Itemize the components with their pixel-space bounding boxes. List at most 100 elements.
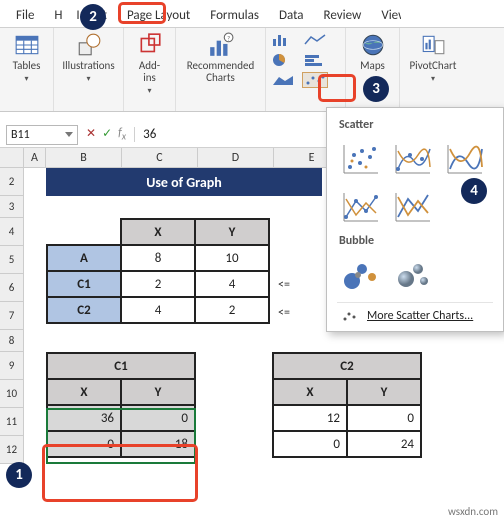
- col-header-c[interactable]: C: [122, 148, 198, 168]
- scatter-straight-lines-option[interactable]: [389, 186, 435, 228]
- c1-r1-y: 0: [121, 405, 195, 431]
- c2-r2-y: 24: [347, 431, 421, 457]
- chart-scatter-button[interactable]: [302, 72, 328, 88]
- row-header-2[interactable]: 2: [0, 168, 24, 196]
- row-header-8[interactable]: 8: [0, 330, 24, 352]
- upper-row-c1-label: C1: [47, 271, 121, 297]
- c2-r1-x: 12: [273, 405, 347, 431]
- fx-icon[interactable]: fx: [118, 126, 126, 142]
- c2-r1-y: 0: [347, 405, 421, 431]
- row-header-3[interactable]: 3: [0, 196, 24, 218]
- tab-pagelayout[interactable]: Page Layout: [117, 3, 200, 27]
- globe-icon: [360, 32, 386, 58]
- row-header-7[interactable]: 7: [0, 302, 24, 330]
- chevron-down-icon: ▾: [147, 86, 151, 96]
- scatter-markers-option[interactable]: [337, 138, 383, 180]
- name-box-value: B11: [11, 128, 30, 142]
- bubble-heading: Bubble: [339, 234, 491, 248]
- chart-bar-button[interactable]: [302, 52, 328, 68]
- shapes-icon: [76, 32, 102, 58]
- bubble-3d-option[interactable]: [389, 254, 435, 296]
- tables-button[interactable]: Tables ▾: [3, 32, 51, 84]
- scatter-heading: Scatter: [339, 118, 491, 132]
- recommended-label: Recommended Charts: [187, 60, 254, 84]
- c2-col-x: X: [273, 379, 347, 405]
- c2-r2-x: 0: [273, 431, 347, 457]
- tab-data[interactable]: Data: [269, 3, 314, 27]
- c1-r2-y: 18: [121, 431, 195, 457]
- note-c2: <=: [278, 306, 290, 320]
- c1-r2-x: 0: [47, 431, 121, 457]
- chart-type-grid: [270, 32, 330, 90]
- upper-col-y: Y: [195, 219, 269, 245]
- col-header-a[interactable]: A: [24, 148, 46, 168]
- cancel-icon[interactable]: ✕: [86, 126, 96, 142]
- pivotchart-button[interactable]: PivotChart ▾: [409, 32, 457, 84]
- upper-c2-y: 2: [195, 297, 269, 323]
- chevron-down-icon: ▾: [86, 74, 90, 84]
- chevron-down-icon: ▾: [24, 74, 28, 84]
- scatter-smooth-markers-option[interactable]: [389, 138, 435, 180]
- ribbon-tabs: File H Insert Page Layout Formulas Data …: [0, 0, 504, 28]
- row-header-9[interactable]: 9: [0, 352, 24, 380]
- scatter-dropdown-panel: Scatter Bubble More Scatter Charts...: [326, 107, 504, 332]
- callout-1: 1: [6, 462, 32, 488]
- col-header-d[interactable]: D: [198, 148, 274, 168]
- more-scatter-label: More Scatter Charts...: [367, 309, 473, 323]
- lower-right-table: C2 XY 120 024: [272, 352, 422, 458]
- upper-a-y: 10: [195, 245, 269, 271]
- addins-button[interactable]: Add- ins ▾: [126, 32, 174, 96]
- upper-c1-x: 2: [121, 271, 195, 297]
- upper-row-c2-label: C2: [47, 297, 121, 323]
- c1-col-y: Y: [121, 379, 195, 405]
- watermark: wsxdn.com: [448, 505, 498, 518]
- upper-c1-y: 4: [195, 271, 269, 297]
- lower-left-table: C1 XY 360 018: [46, 352, 196, 458]
- c2-title: C2: [273, 353, 421, 379]
- svg-text:?: ?: [227, 35, 230, 43]
- recommended-charts-button[interactable]: ? Recommended Charts: [197, 32, 245, 84]
- addins-label: Add- ins: [139, 60, 160, 84]
- row-header-4[interactable]: 4: [0, 218, 24, 246]
- tab-home[interactable]: H: [44, 3, 66, 27]
- c2-col-y: Y: [347, 379, 421, 405]
- chart-area-button[interactable]: [270, 72, 296, 88]
- callout-2: 2: [80, 4, 106, 30]
- chart-column-button[interactable]: [270, 32, 296, 48]
- upper-table: XY A810 C124 C242: [46, 218, 270, 324]
- table-icon: [14, 32, 40, 58]
- scatter-straight-markers-option[interactable]: [337, 186, 383, 228]
- pivotchart-label: PivotChart: [410, 60, 457, 72]
- illustrations-button[interactable]: Illustrations ▾: [65, 32, 113, 84]
- row-header-11[interactable]: 11: [0, 408, 24, 436]
- col-header-b[interactable]: B: [46, 148, 122, 168]
- tab-file[interactable]: File: [6, 3, 44, 27]
- more-scatter-charts[interactable]: More Scatter Charts...: [337, 302, 493, 325]
- row-header-12[interactable]: 12: [0, 436, 24, 464]
- enter-icon[interactable]: ✓: [102, 126, 112, 142]
- bubble-option[interactable]: [337, 254, 383, 296]
- more-scatter-icon: [341, 309, 359, 323]
- ribbon: Tables ▾ Illustrations ▾ Add- ins ▾ ? Re…: [0, 28, 504, 112]
- row-header-6[interactable]: 6: [0, 274, 24, 302]
- c1-title: C1: [47, 353, 195, 379]
- c1-col-x: X: [47, 379, 121, 405]
- select-all-triangle[interactable]: [0, 148, 24, 168]
- title-band: Use of Graph: [46, 168, 322, 196]
- pivotchart-icon: [420, 32, 446, 58]
- tab-formulas[interactable]: Formulas: [200, 3, 269, 27]
- tables-label: Tables: [13, 60, 41, 72]
- upper-a-x: 8: [121, 245, 195, 271]
- row-header-10[interactable]: 10: [0, 380, 24, 408]
- row-header-5[interactable]: 5: [0, 246, 24, 274]
- callout-4: 4: [461, 178, 487, 204]
- upper-col-x: X: [121, 219, 195, 245]
- tab-view[interactable]: View: [371, 3, 401, 27]
- chart-pie-button[interactable]: [270, 52, 296, 68]
- name-box[interactable]: B11: [6, 125, 78, 145]
- chart-line-button[interactable]: [302, 32, 328, 48]
- note-c1: <=: [278, 278, 290, 292]
- tab-review[interactable]: Review: [314, 3, 372, 27]
- scatter-smooth-lines-option[interactable]: [441, 138, 487, 180]
- chevron-down-icon: ▾: [431, 74, 435, 84]
